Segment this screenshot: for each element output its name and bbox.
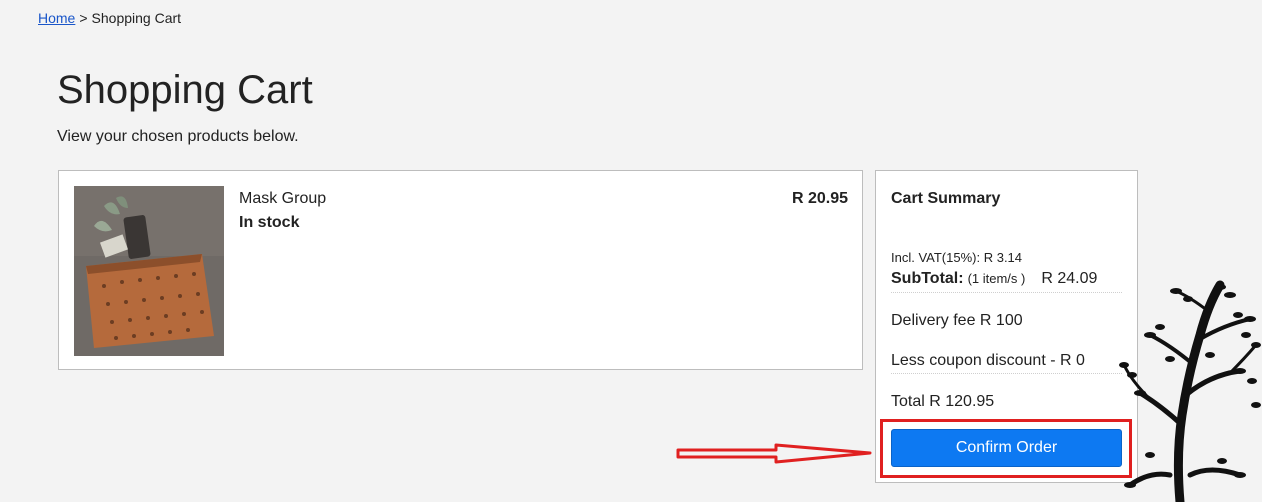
coupon-discount-line: Less coupon discount - R 0 <box>891 352 1122 374</box>
confirm-order-button[interactable]: Confirm Order <box>891 429 1122 467</box>
page-subtitle: View your chosen products below. <box>57 128 299 145</box>
cart-summary-title: Cart Summary <box>891 190 1001 207</box>
breadcrumb: Home > Shopping Cart <box>38 10 181 26</box>
shopping-cart-page: Home > Shopping Cart Shopping Cart View yo… <box>0 0 1262 502</box>
product-name: Mask Group <box>239 190 327 207</box>
subtotal-line: SubTotal: (1 item/s ) R 24.09 <box>891 270 1122 293</box>
vat-line: Incl. VAT(15%): R 3.14 <box>891 250 1023 265</box>
breadcrumb-separator: > <box>79 10 88 26</box>
product-image <box>74 186 224 356</box>
product-photo-pouch-icon <box>74 186 224 356</box>
total-line: Total R 120.95 <box>891 393 995 410</box>
subtotal-value: R 24.09 <box>1041 270 1098 287</box>
red-arrow-icon <box>676 443 872 464</box>
page-title: Shopping Cart <box>57 68 313 112</box>
cart-item-card: Mask Group In stock R 20.95 <box>58 170 863 370</box>
product-price: R 20.95 <box>791 190 848 207</box>
breadcrumb-home-link[interactable]: Home <box>38 10 75 26</box>
subtotal-label: SubTotal: <box>891 270 964 287</box>
stock-status: In stock <box>239 214 300 231</box>
subtotal-item-count: (1 item/s ) <box>967 271 1026 286</box>
delivery-fee-line: Delivery fee R 100 <box>891 312 1023 329</box>
breadcrumb-current: Shopping Cart <box>91 10 182 26</box>
tree-silhouette-icon <box>1119 280 1261 502</box>
